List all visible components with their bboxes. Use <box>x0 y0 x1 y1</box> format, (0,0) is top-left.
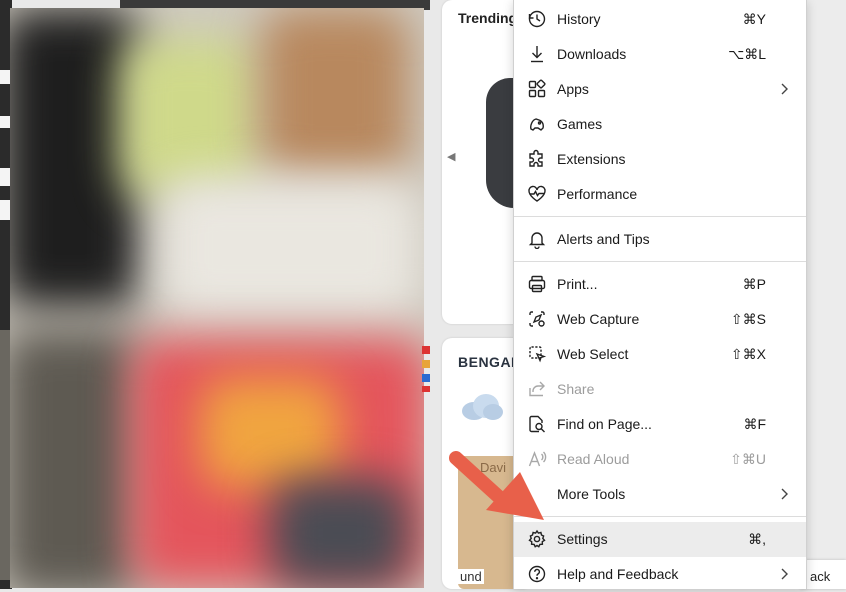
menu-item-web-select[interactable]: Web Select ⇧⌘X <box>514 337 806 372</box>
menu-item-shortcut: ⌘P <box>742 276 766 292</box>
menu-item-shortcut: ⇧⌘U <box>730 451 766 467</box>
web-capture-icon <box>527 309 547 329</box>
menu-separator <box>514 516 806 517</box>
menu-item-games[interactable]: Games <box>514 107 806 142</box>
menu-item-performance[interactable]: Performance <box>514 177 806 212</box>
extensions-icon <box>527 149 547 169</box>
chevron-right-icon <box>781 83 788 95</box>
menu-item-label: Help and Feedback <box>557 566 679 582</box>
menu-item-extensions[interactable]: Extensions <box>514 142 806 177</box>
menu-item-shortcut: ⌘F <box>743 416 766 432</box>
chevron-right-icon <box>781 568 788 580</box>
chevron-right-icon <box>781 488 788 500</box>
menu-item-label: Print... <box>557 276 598 292</box>
menu-item-label: Apps <box>557 81 589 97</box>
menu-item-print[interactable]: Print... ⌘P <box>514 267 806 302</box>
printer-icon <box>527 274 547 294</box>
menu-item-label: Downloads <box>557 46 627 62</box>
menu-item-label: Share <box>557 381 595 397</box>
menu-item-web-capture[interactable]: Web Capture ⇧⌘S <box>514 302 806 337</box>
menu-item-share[interactable]: Share <box>514 372 806 407</box>
history-icon <box>527 9 547 29</box>
menu-item-label: Alerts and Tips <box>557 231 650 247</box>
menu-item-downloads[interactable]: Downloads ⌥⌘L <box>514 37 806 72</box>
menu-item-find-on-page[interactable]: Find on Page... ⌘F <box>514 407 806 442</box>
menu-item-settings[interactable]: Settings ⌘, <box>514 522 806 557</box>
performance-icon <box>527 184 547 204</box>
cloud-icon <box>462 394 503 420</box>
menu-item-alerts-and-tips[interactable]: Alerts and Tips <box>514 222 806 257</box>
menu-item-label: Games <box>557 116 603 132</box>
menu-item-label: Extensions <box>557 151 626 167</box>
menu-item-label: Read Aloud <box>557 451 630 467</box>
partial-logo-icon <box>422 346 430 392</box>
find-icon <box>527 414 547 434</box>
menu-item-label: Web Select <box>557 346 629 362</box>
apps-icon <box>527 79 547 99</box>
games-icon <box>527 114 547 134</box>
menu-item-label: Find on Page... <box>557 416 652 432</box>
gear-icon <box>527 529 547 549</box>
menu-item-shortcut: ⌘Y <box>742 11 766 27</box>
web-select-icon <box>527 344 547 364</box>
menu-separator <box>514 261 806 262</box>
menu-item-shortcut: ⇧⌘X <box>730 346 766 362</box>
menu-item-label: More Tools <box>557 486 626 502</box>
browser-settings-menu: History ⌘Y Downloads ⌥⌘L Apps Games Exte… <box>513 0 807 589</box>
trending-title: Trending <box>458 10 518 26</box>
menu-item-help-and-feedback[interactable]: Help and Feedback <box>514 557 806 592</box>
menu-item-apps[interactable]: Apps <box>514 72 806 107</box>
menu-item-label: History <box>557 11 601 27</box>
help-icon <box>527 564 547 584</box>
share-icon <box>527 379 547 399</box>
menu-item-label: Web Capture <box>557 311 640 327</box>
red-arrow-pointer-icon <box>449 451 544 520</box>
menu-item-more-tools[interactable]: More Tools <box>514 477 806 512</box>
download-icon <box>527 44 547 64</box>
map-label-2: und <box>458 569 484 584</box>
menu-item-shortcut: ⇧⌘S <box>730 311 766 327</box>
menu-item-shortcut: ⌥⌘L <box>728 46 766 62</box>
feedback-button-label: ack <box>810 569 831 584</box>
menu-item-history[interactable]: History ⌘Y <box>514 2 806 37</box>
menu-item-shortcut: ⌘, <box>748 531 766 547</box>
carousel-left-arrow-icon[interactable]: ◀ <box>447 150 455 163</box>
weather-location: BENGAL <box>458 354 521 370</box>
menu-item-read-aloud[interactable]: Read Aloud ⇧⌘U <box>514 442 806 477</box>
page-right-margin <box>806 0 846 560</box>
menu-item-label: Settings <box>557 531 608 547</box>
menu-separator <box>514 216 806 217</box>
blurred-article-image <box>10 8 424 588</box>
menu-item-label: Performance <box>557 186 638 202</box>
bell-icon <box>527 229 547 249</box>
